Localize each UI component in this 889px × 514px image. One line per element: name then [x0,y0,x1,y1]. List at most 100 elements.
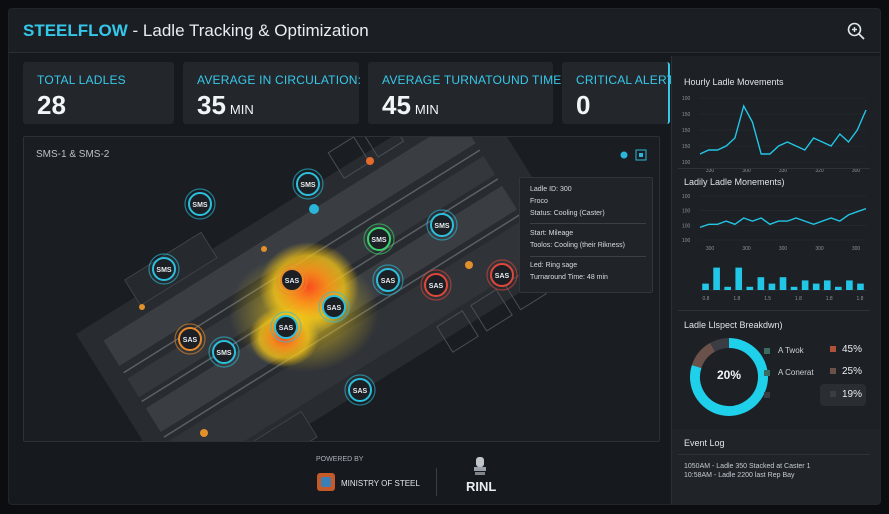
x-tick-label: 0.8 [703,296,710,302]
x-tick-label: 1.5 [764,296,771,302]
ladle-marker[interactable]: SMS [184,188,216,220]
ladle-marker[interactable]: SAS [486,259,518,291]
legend-swatch [764,369,770,376]
bar [779,277,787,290]
y-tick-label: 150 [682,128,691,134]
plant-map-panel[interactable]: SMS SMS SMS SMS SMS SAS SAS SAS SAS SAS SMS SAS SAS S… [23,136,660,442]
legend-item: A Conerat [764,368,814,377]
x-tick-label: 300 [706,246,715,252]
y-tick-label: 100 [682,223,691,229]
bar [757,277,765,290]
ladle-marker-label: SAS [279,325,294,332]
x-tick-label: 1.8 [857,296,864,302]
ladle-marker-label: SAS [353,388,368,395]
popup-turnaround: Turnaround Time: 48 min [530,274,608,281]
legend-label: A Twok [778,346,804,355]
map-controls[interactable] [618,149,648,161]
ladle-marker[interactable]: SAS [270,311,302,343]
x-tick-label: 300 [815,246,824,252]
y-tick-label: 100 [682,96,691,102]
ladle-marker-label: SMS [156,267,172,274]
ladle-info-popup: Ladle ID: 300 Froco Status: Cooling (Cas… [519,177,653,293]
ladle-marker[interactable]: SMS [208,336,240,368]
map-dot [200,429,208,437]
ladle-marker[interactable]: SMS [363,223,395,255]
bar [746,286,754,290]
hourly-movements-chart: 100150150150100330 300 330 320 300 [682,96,867,174]
ladle-marker[interactable]: SAS [344,374,376,406]
popup-line: Froco [530,198,548,205]
y-tick-label: 150 [682,144,691,150]
zoom-search-icon[interactable] [846,21,866,41]
title-bar: STEELFLOW - Ladle Tracking & Optimizatio… [9,9,880,53]
legend-pct: 19% [830,389,862,400]
map-dot [261,246,267,252]
map-dot [465,261,473,269]
x-tick-label: 300 [779,246,788,252]
ministry-label: MINISTRY OF STEEL [341,479,420,488]
bar [846,280,853,290]
brand-name: STEELFLOW [23,21,128,40]
powered-by-label: POWERED BY [316,456,364,463]
y-tick-label: 150 [682,112,691,118]
kpi-label: AVERAGE TURNATOUND TIME [382,73,562,87]
legend-pct: 45% [830,344,862,355]
legend-swatch [764,391,770,398]
divider [678,168,870,169]
kpi-average-turnaround: AVERAGE TURNATOUND TIME 45 MIN [368,62,561,124]
ladle-chart-title: Ladily Ladle Monements) [684,177,785,187]
ladle-marker[interactable]: SMS [292,168,324,200]
y-tick-label: 100 [682,160,691,166]
event-log-entry: 1050AM - Ladle 350 Stacked at Caster 1 [684,463,811,470]
ladle-marker[interactable]: SAS [420,269,452,301]
map-dot [366,157,374,165]
ladle-movements-bar-chart: 0.8 1.8 1.5 1.8 1.8 1.8 [700,267,866,302]
emblem-icon [474,457,486,475]
kpi-value: 28 [37,90,66,120]
popup-line: Start: Mileage [530,230,574,237]
kpi-average-circulation: AVERAGE IN CIRCULATION: 35 MIN [183,62,361,124]
ladle-marker[interactable]: SMS [148,253,180,285]
kpi-label: CRITICAL ALERTS: [576,73,686,87]
x-tick-label: 300 [742,246,751,252]
map-legend-dot-icon[interactable] [620,151,628,159]
app-window: STEELFLOW - Ladle Tracking & Optimizatio… [8,8,881,505]
map-dot [139,304,145,310]
donut-slice [691,342,716,369]
title-suffix: - Ladle Tracking & Optimization [127,21,369,40]
page-title: STEELFLOW - Ladle Tracking & Optimizatio… [23,21,369,41]
ladle-marker[interactable]: SAS [372,264,404,296]
bar [801,280,809,290]
rinl-label: RINL [466,479,497,494]
ministry-logo-icon [317,473,335,491]
ladle-marker-label: SMS [192,202,208,209]
legend-item: A Twok [764,346,804,355]
ladle-marker[interactable]: SMS [426,209,458,241]
event-log-entry: 10:58AM - Ladle 2200 last Rep Bay [684,472,795,479]
hourly-chart-title: Hourly Ladle Movements [684,77,784,87]
ladle-marker-label: SAS [285,278,300,285]
bar [790,286,798,290]
legend-pct: 25% [830,366,862,377]
bar [713,267,720,290]
map-title: SMS-1 & SMS-2 [36,149,110,160]
kpi-total-ladles: TOTAL LADLES 28 [23,62,174,124]
y-tick-label: 100 [682,194,691,200]
bar [823,280,831,290]
footer-divider [436,468,437,496]
breakdown-chart-title: Ladle Llspect Breakdwn) [684,320,783,330]
ladle-marker-label: SAS [429,283,444,290]
ladle-marker[interactable]: SAS [318,291,350,323]
popup-status: Status: Cooling (Caster) [530,210,605,217]
ladle-marker-label: SAS [381,278,396,285]
popup-line: Led: Ring sage [530,262,578,269]
ladle-marker-label: SAS [327,305,342,312]
ladle-marker-label: SMS [216,350,232,357]
series-line [699,207,867,229]
ladle-marker[interactable]: SAS [174,323,206,355]
ladle-marker-label: SAS [183,337,198,344]
divider [678,454,870,455]
kpi-label: TOTAL LADLES [37,73,126,87]
footer: POWERED BY MINISTRY OF STEEL RINL [9,450,669,504]
ladle-marker[interactable]: SAS [276,264,308,296]
